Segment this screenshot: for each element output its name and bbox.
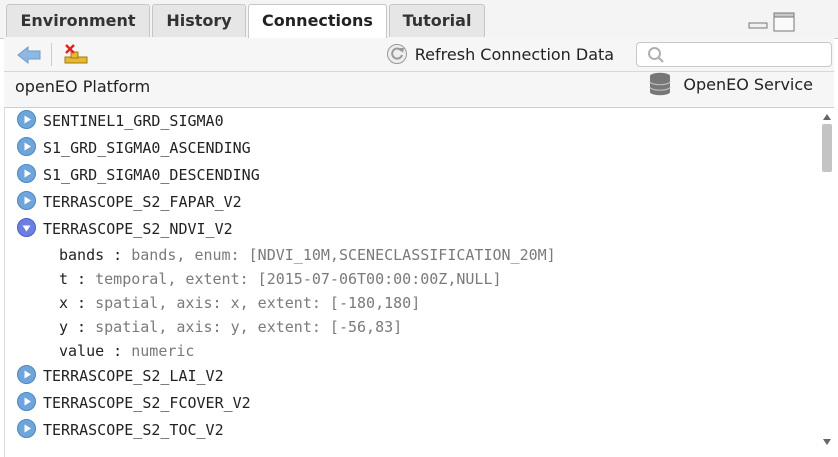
minimize-icon <box>748 22 768 29</box>
dimension-value: bands, enum: [NDVI_10M,SCENECLASSIFICATI… <box>131 246 556 264</box>
database-icon <box>648 72 671 96</box>
dimension-value: spatial, axis: x, extent: [-180,180] <box>95 294 421 312</box>
expand-icon[interactable] <box>17 110 36 129</box>
collection-row[interactable]: TERRASCOPE_S2_FCOVER_V2 <box>17 391 251 415</box>
collection-row[interactable]: TERRASCOPE_S2_TOC_V2 <box>17 418 224 442</box>
dimension-separator: : <box>68 294 96 312</box>
connection-name: openEO Platform <box>15 77 151 96</box>
pane-tab-bar: Environment History Connections Tutorial <box>0 0 838 39</box>
dimension-row: x : spatial, axis: x, extent: [-180,180] <box>59 291 420 315</box>
expand-icon[interactable] <box>17 137 36 156</box>
expand-icon[interactable] <box>17 392 36 411</box>
service-label: OpenEO Service <box>683 75 813 94</box>
collection-row[interactable]: S1_GRD_SIGMA0_DESCENDING <box>17 163 260 187</box>
collection-name: TERRASCOPE_S2_NDVI_V2 <box>43 220 233 238</box>
dimension-row: y : spatial, axis: y, extent: [-56,83] <box>59 315 402 339</box>
dimension-row: value : numeric <box>59 339 194 363</box>
disconnect-button[interactable] <box>62 43 90 67</box>
dimension-separator: : <box>68 318 96 336</box>
collections-tree: SENTINEL1_GRD_SIGMA0 S1_GRD_SIGMA0_ASCEN… <box>4 108 835 457</box>
collection-name: TERRASCOPE_S2_FAPAR_V2 <box>43 193 242 211</box>
dimension-key: t <box>59 270 69 288</box>
dimension-key: bands <box>59 246 105 264</box>
dimension-row: bands : bands, enum: [NDVI_10M,SCENECLAS… <box>59 243 556 267</box>
toolbar-divider <box>51 43 52 66</box>
collapse-icon[interactable] <box>17 218 36 237</box>
tab-environment[interactable]: Environment <box>6 4 150 37</box>
expand-icon[interactable] <box>17 419 36 438</box>
dimension-separator: : <box>68 270 96 288</box>
collection-row[interactable]: TERRASCOPE_S2_FAPAR_V2 <box>17 190 242 214</box>
scrollbar-thumb[interactable] <box>822 124 832 172</box>
vertical-scrollbar[interactable] <box>820 112 834 452</box>
tab-history[interactable]: History <box>152 4 246 37</box>
refresh-label: Refresh Connection Data <box>414 45 615 64</box>
collection-row[interactable]: S1_GRD_SIGMA0_ASCENDING <box>17 136 251 160</box>
collection-name: SENTINEL1_GRD_SIGMA0 <box>43 112 224 130</box>
collection-name: S1_GRD_SIGMA0_DESCENDING <box>43 166 260 184</box>
refresh-icon <box>387 44 407 64</box>
dimension-key: value <box>59 342 105 360</box>
connection-header: openEO Platform OpenEO Service <box>4 72 834 108</box>
collection-name: TERRASCOPE_S2_FCOVER_V2 <box>43 394 251 412</box>
dimension-separator: : <box>104 342 132 360</box>
minimize-pane-button[interactable] <box>748 14 768 30</box>
search-field-wrapper <box>636 42 832 67</box>
expand-icon[interactable] <box>17 365 36 384</box>
expand-icon[interactable] <box>17 164 36 183</box>
maximize-pane-button[interactable] <box>773 12 795 32</box>
search-icon <box>648 47 664 63</box>
collection-name: TERRASCOPE_S2_TOC_V2 <box>43 421 224 439</box>
scroll-down-arrow-icon[interactable] <box>823 439 831 445</box>
collection-name: S1_GRD_SIGMA0_ASCENDING <box>43 139 251 157</box>
dimension-key: x <box>59 294 69 312</box>
collection-row[interactable]: TERRASCOPE_S2_LAI_V2 <box>17 364 224 388</box>
service-indicator: OpenEO Service <box>648 72 813 98</box>
dimension-row: t : temporal, extent: [2015-07-06T00:00:… <box>59 267 502 291</box>
scroll-up-arrow-icon[interactable] <box>823 114 831 120</box>
tab-tutorial[interactable]: Tutorial <box>389 4 485 37</box>
expand-icon[interactable] <box>17 191 36 210</box>
dimension-value: temporal, extent: [2015-07-06T00:00:00Z,… <box>95 270 502 288</box>
connections-toolbar: Refresh Connection Data <box>4 38 834 72</box>
dimension-key: y <box>59 318 69 336</box>
back-arrow-icon <box>17 45 41 65</box>
search-input[interactable] <box>669 45 828 65</box>
collection-name: TERRASCOPE_S2_LAI_V2 <box>43 367 224 385</box>
collection-row[interactable]: SENTINEL1_GRD_SIGMA0 <box>17 109 224 133</box>
dimension-value: numeric <box>131 342 195 360</box>
tab-connections[interactable]: Connections <box>248 4 387 39</box>
dimension-value: spatial, axis: y, extent: [-56,83] <box>95 318 403 336</box>
maximize-icon <box>773 12 795 32</box>
dimension-separator: : <box>104 246 132 264</box>
refresh-connection-button[interactable]: Refresh Connection Data <box>386 42 614 68</box>
disconnect-icon <box>64 44 88 64</box>
back-button[interactable] <box>16 45 42 65</box>
collection-row-expanded[interactable]: TERRASCOPE_S2_NDVI_V2 <box>17 217 233 241</box>
